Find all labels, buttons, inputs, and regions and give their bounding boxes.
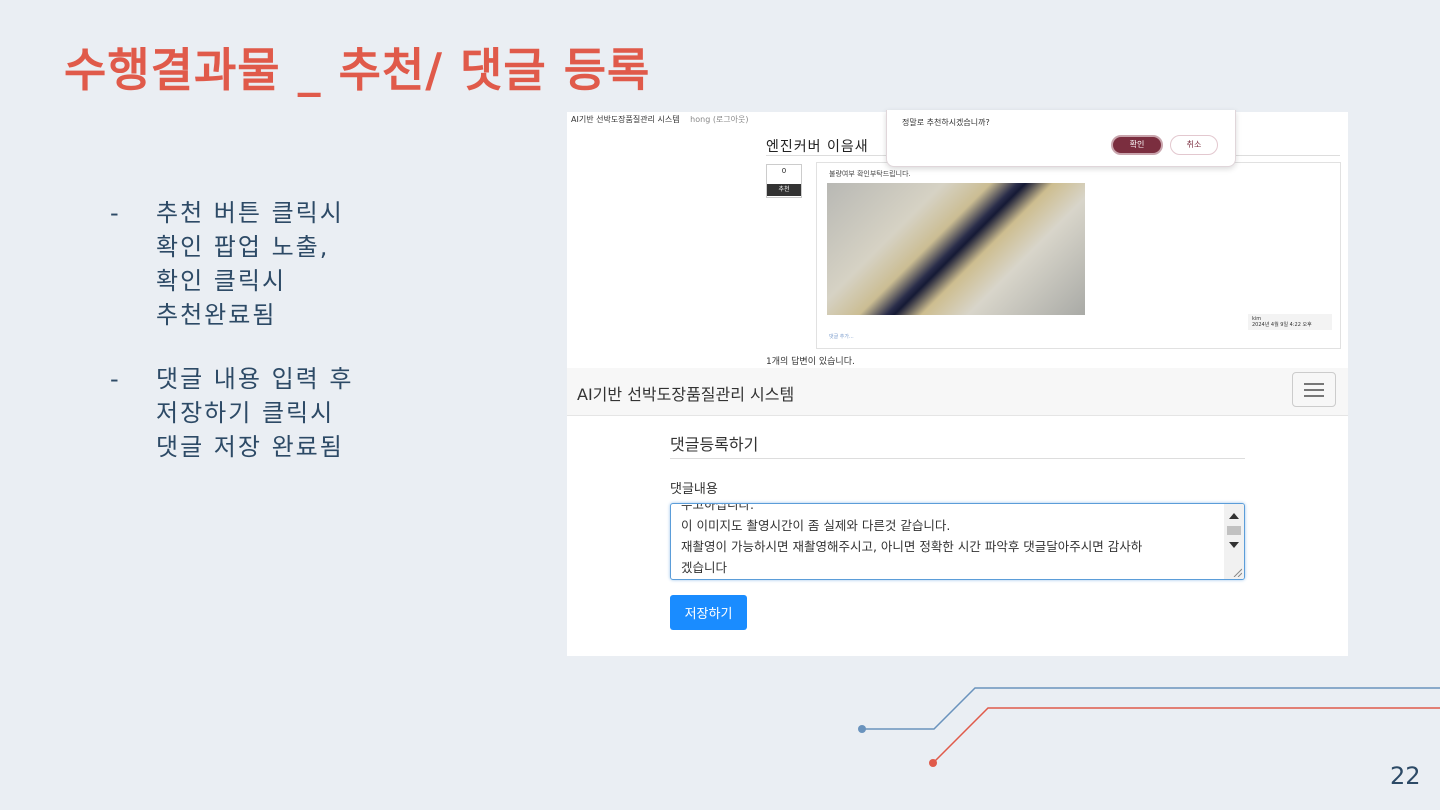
deco-dot-red — [929, 759, 937, 767]
page-number: 22 — [1390, 762, 1421, 790]
deco-line-red — [932, 707, 1440, 764]
decorative-lines — [858, 687, 1440, 767]
deco-dot-blue — [858, 725, 866, 733]
